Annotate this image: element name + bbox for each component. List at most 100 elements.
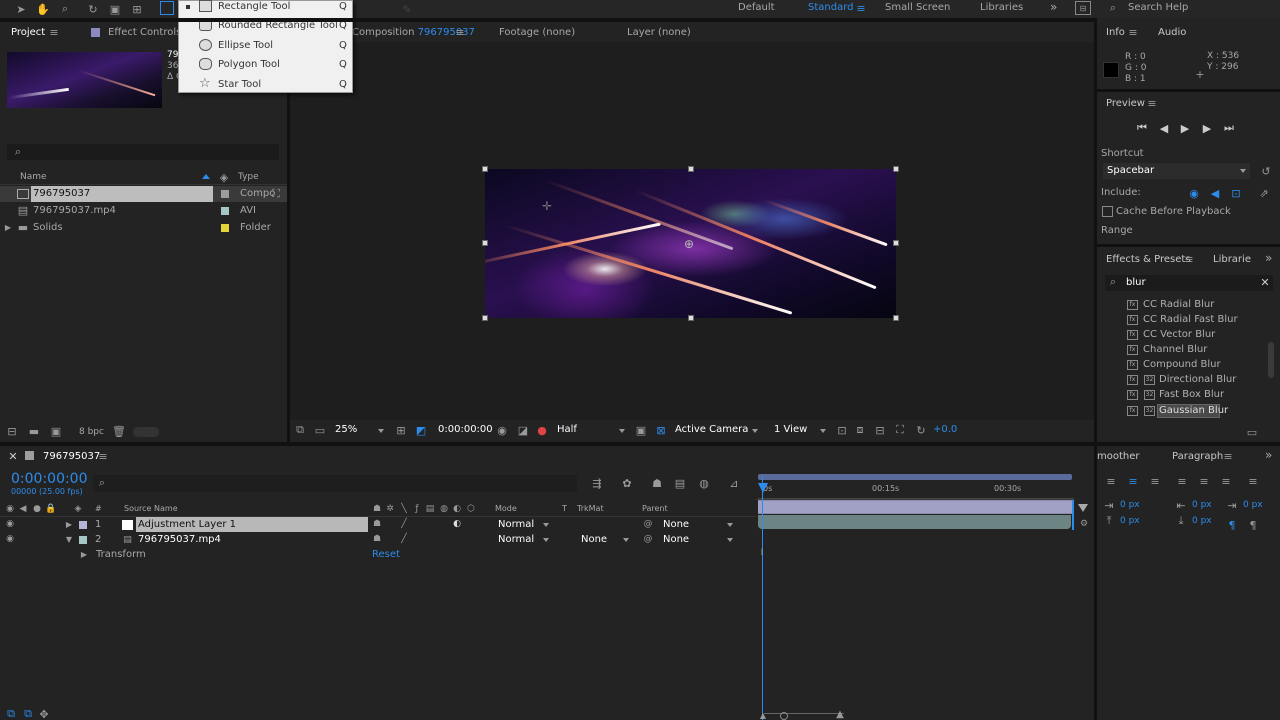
- workspace-small-screen[interactable]: Small Screen: [885, 2, 950, 13]
- graph-editor-icon[interactable]: ⊿: [727, 476, 741, 490]
- toggle-pixel-aspect-icon[interactable]: ⊡: [835, 423, 849, 437]
- video-eye-icon[interactable]: ◉: [5, 504, 15, 514]
- column-source-name[interactable]: Source Name: [124, 504, 178, 513]
- scrollbar-thumb[interactable]: [1268, 342, 1274, 378]
- rtl-direction-icon[interactable]: ¶: [1246, 519, 1260, 532]
- transform-handle[interactable]: [688, 166, 694, 172]
- workspace-menu-icon[interactable]: ≡: [855, 2, 867, 15]
- pick-whip-icon[interactable]: @: [643, 534, 653, 544]
- hand-tool-icon[interactable]: ✋: [36, 2, 50, 16]
- effect-item[interactable]: fx 32 Fast Box Blur: [1124, 388, 1264, 402]
- new-folder-icon[interactable]: ▭: [1245, 426, 1259, 439]
- transform-handle[interactable]: [482, 240, 488, 246]
- comp-button-icon[interactable]: ⚙: [1078, 518, 1090, 530]
- expand-triangle-icon[interactable]: ▶: [79, 549, 89, 559]
- workspace-default[interactable]: Default: [738, 2, 775, 13]
- exposure-value[interactable]: +0.0: [933, 424, 957, 435]
- tab-project[interactable]: Project: [11, 27, 45, 38]
- rotate-tool-icon[interactable]: ↻: [86, 2, 100, 16]
- justify-last-center-icon[interactable]: ≡: [1197, 474, 1211, 488]
- sort-ascending-icon[interactable]: [202, 174, 210, 179]
- reset-exposure-icon[interactable]: ↻: [914, 423, 928, 437]
- label-swatch[interactable]: [221, 224, 229, 232]
- tab-layer[interactable]: Layer (none): [627, 27, 691, 38]
- zoom-in-icon[interactable]: ▲: [834, 709, 846, 720]
- parent-dropdown[interactable]: None: [660, 518, 740, 531]
- effect-item[interactable]: fx 32 Directional Blur: [1124, 373, 1264, 387]
- layer-name[interactable]: Adjustment Layer 1: [138, 519, 236, 530]
- shortcut-dropdown[interactable]: Spacebar: [1103, 163, 1250, 179]
- tab-paragraph[interactable]: Paragraph: [1172, 451, 1223, 462]
- zoom-dropdown[interactable]: 25%: [335, 424, 357, 435]
- region-of-interest-icon[interactable]: ▣: [634, 423, 648, 437]
- effect-item[interactable]: fx Compound Blur: [1124, 358, 1264, 372]
- last-frame-icon[interactable]: ⏭: [1222, 121, 1236, 135]
- video-eye-icon[interactable]: ◉: [1187, 186, 1201, 200]
- always-preview-icon[interactable]: ⧉: [293, 423, 307, 437]
- quality-switch-icon[interactable]: ╱: [399, 534, 409, 544]
- selection-tool-icon[interactable]: ➤: [14, 2, 28, 16]
- draft-3d-icon[interactable]: ✿: [620, 476, 634, 490]
- external-video-icon[interactable]: ⇗: [1257, 186, 1271, 200]
- mask-visibility-icon[interactable]: ◩: [414, 423, 428, 437]
- comp-mini-flowchart-icon[interactable]: ⇶: [590, 476, 604, 490]
- solo-icon[interactable]: ●: [32, 504, 42, 514]
- more-panels-button[interactable]: »: [1265, 448, 1272, 462]
- tab-preview[interactable]: Preview: [1106, 98, 1145, 109]
- tab-effects-presets[interactable]: Effects & Presets: [1106, 254, 1191, 265]
- workspace-standard[interactable]: Standard: [808, 2, 854, 13]
- time-ruler[interactable]: [758, 482, 1074, 499]
- layer-row[interactable]: ◉ ▼ 2 ▤ 796795037.mp4 ☗ ╱ Normal None @ …: [0, 532, 756, 547]
- column-name[interactable]: Name: [20, 172, 47, 182]
- cache-checkbox[interactable]: [1102, 206, 1113, 217]
- ltr-direction-icon[interactable]: ¶: [1225, 519, 1239, 532]
- project-item[interactable]: ▶ ▬ Solids Folder: [0, 220, 287, 236]
- indent-left-value[interactable]: 0 px: [1120, 500, 1140, 510]
- clear-search-icon[interactable]: ✕: [1259, 276, 1271, 289]
- flowchart-icon[interactable]: ⛶: [893, 423, 907, 437]
- render-time-icon[interactable]: ⧉: [5, 707, 17, 720]
- panel-menu-icon[interactable]: ≡: [97, 450, 109, 463]
- more-panels-button[interactable]: »: [1265, 251, 1272, 265]
- transform-property-row[interactable]: ▶ Transform Reset: [0, 547, 756, 562]
- current-time-display[interactable]: 0:00:00:00: [438, 424, 493, 435]
- quality-switch-icon[interactable]: ╱: [399, 519, 409, 529]
- space-before-value[interactable]: 0 px: [1120, 516, 1140, 526]
- timeline-search-input[interactable]: ⌕: [93, 475, 577, 492]
- align-right-icon[interactable]: ≡: [1148, 474, 1162, 488]
- panel-menu-icon[interactable]: ≡: [1183, 253, 1195, 266]
- tab-libraries[interactable]: Librarie: [1213, 254, 1251, 265]
- tab-timeline-comp[interactable]: 796795037: [43, 451, 100, 462]
- motion-blur-icon[interactable]: ◍: [697, 476, 711, 490]
- effect-item[interactable]: fx CC Radial Fast Blur: [1124, 313, 1264, 327]
- transform-handle[interactable]: [893, 166, 899, 172]
- layer-label-color[interactable]: [79, 521, 87, 529]
- transform-handle[interactable]: [482, 166, 488, 172]
- panel-menu-icon[interactable]: ≡: [1222, 450, 1234, 463]
- visibility-eye-icon[interactable]: ◉: [5, 534, 15, 544]
- close-tab-icon[interactable]: ✕: [8, 450, 18, 463]
- parent-dropdown[interactable]: None: [660, 533, 740, 546]
- safe-margins-icon[interactable]: ⊞: [394, 423, 408, 437]
- reset-link[interactable]: Reset: [372, 549, 400, 560]
- menu-item-star-tool[interactable]: ☆ Star Tool Q: [179, 75, 352, 94]
- snapshot-camera-icon[interactable]: ◉: [495, 423, 509, 437]
- indent-right-value[interactable]: 0 px: [1192, 500, 1212, 510]
- time-graph[interactable]: 0s 00:15s 00:30s I ⚙ ▲ ▲: [756, 470, 1094, 720]
- blend-mode-dropdown[interactable]: Normal: [495, 518, 553, 531]
- monitor-icon[interactable]: ▭: [313, 423, 327, 437]
- play-icon[interactable]: ▶: [1178, 121, 1192, 135]
- transparency-grid-icon[interactable]: ⊠: [654, 423, 668, 437]
- layer-name[interactable]: 796795037.mp4: [138, 534, 221, 545]
- label-swatch[interactable]: [221, 207, 229, 215]
- fast-previews-icon[interactable]: ⧈: [853, 423, 867, 437]
- column-type[interactable]: Type: [238, 172, 259, 182]
- pan-behind-tool-icon[interactable]: ⊞: [130, 2, 144, 16]
- zoom-slider-thumb[interactable]: [780, 712, 788, 720]
- previous-frame-icon[interactable]: ◀: [1157, 121, 1171, 135]
- expand-triangle-icon[interactable]: ▶: [64, 519, 74, 529]
- align-center-icon[interactable]: ≡: [1126, 474, 1140, 488]
- frame-blending-icon[interactable]: ▤: [673, 476, 687, 490]
- shape-tool-icon[interactable]: [160, 1, 174, 15]
- justify-all-icon[interactable]: ≡: [1246, 474, 1260, 488]
